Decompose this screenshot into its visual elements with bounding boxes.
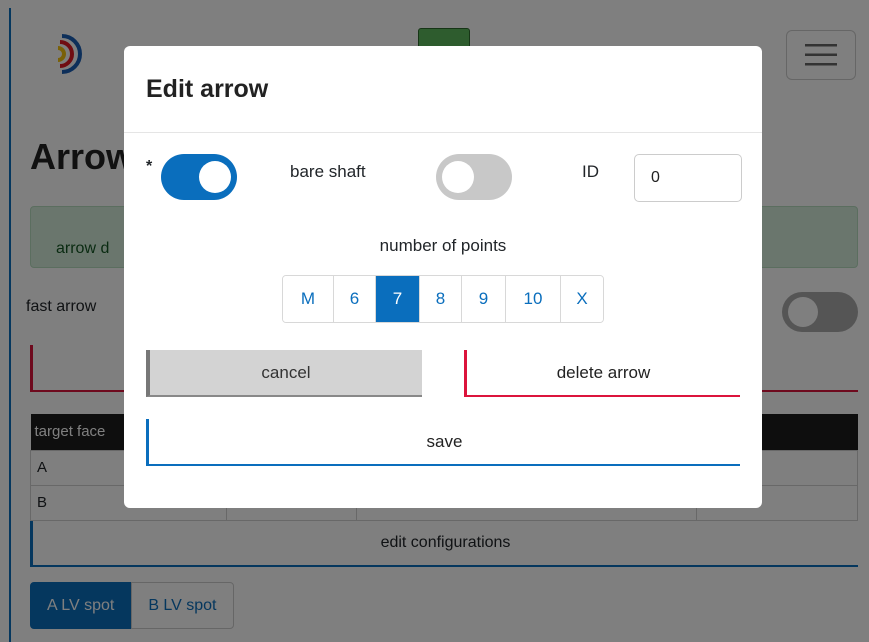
point-option-x[interactable]: X xyxy=(561,276,603,322)
bare-shaft-toggle[interactable] xyxy=(436,154,512,200)
toggle-knob xyxy=(442,161,474,193)
points-selector: M 6 7 8 9 10 X xyxy=(282,275,604,323)
point-option-7[interactable]: 7 xyxy=(376,276,420,322)
cancel-button[interactable]: cancel xyxy=(146,350,422,397)
id-input[interactable] xyxy=(634,154,742,202)
id-label: ID xyxy=(582,162,599,181)
point-option-9[interactable]: 9 xyxy=(462,276,506,322)
toggle-knob xyxy=(199,161,231,193)
arrow-enabled-toggle[interactable] xyxy=(161,154,237,200)
number-of-points-label: number of points xyxy=(379,236,507,255)
point-option-8[interactable]: 8 xyxy=(420,276,462,322)
save-button[interactable]: save xyxy=(146,419,740,466)
edit-arrow-modal: Edit arrow * bare shaft ID number of poi… xyxy=(124,46,762,508)
bare-shaft-label: bare shaft xyxy=(290,162,366,181)
point-option-6[interactable]: 6 xyxy=(334,276,376,322)
required-star-label: * xyxy=(146,158,153,175)
point-option-m[interactable]: M xyxy=(283,276,334,322)
point-option-10[interactable]: 10 xyxy=(506,276,561,322)
modal-title: Edit arrow xyxy=(146,74,269,103)
delete-arrow-button[interactable]: delete arrow xyxy=(464,350,740,397)
modal-header: Edit arrow xyxy=(124,46,762,133)
